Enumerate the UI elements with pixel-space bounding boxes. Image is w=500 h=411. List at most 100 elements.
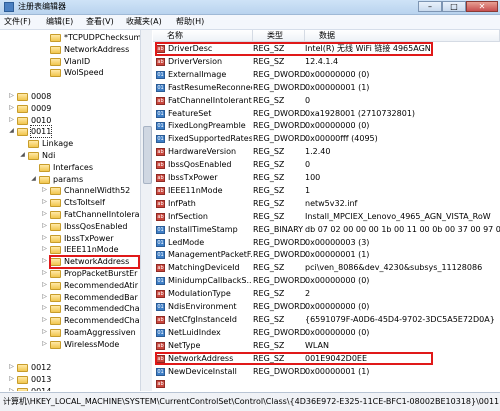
expand-arrow-icon[interactable]: ▷ xyxy=(41,210,48,217)
tree-node[interactable]: ◢ Ndi xyxy=(0,150,140,162)
expand-arrow-icon[interactable] xyxy=(41,33,48,40)
expand-arrow-icon[interactable]: ▷ xyxy=(41,281,48,288)
value-row[interactable]: ab NetType REG_SZ WLAN xyxy=(153,340,500,353)
value-row[interactable]: ab xyxy=(153,378,500,391)
tree-node[interactable]: ▷ RecommendedCha xyxy=(0,303,140,315)
value-row[interactable]: 01 FixedSupportedRates REG_DWORD 0x00000fff… xyxy=(153,133,500,146)
value-row[interactable]: 01 NdisEnvironment REG_DWORD 0x00000000 (0) xyxy=(153,301,500,314)
tree-node[interactable]: ◢ params xyxy=(0,174,140,186)
tree-node[interactable] xyxy=(0,351,140,363)
value-row[interactable]: ab DriverDesc REG_SZ Intel(R) 无线 WiFi 链接 49… xyxy=(153,43,500,56)
tree-node[interactable]: ▷ IbssTxPower xyxy=(0,233,140,245)
tree-node[interactable]: ▷ RecommendedCha xyxy=(0,315,140,327)
tree-node[interactable]: ▷ ChannelWidth52 xyxy=(0,185,140,197)
registry-key-tree[interactable]: *TCPUDPChecksum NetworkAddress VlanID WolSp… xyxy=(0,30,141,391)
tree-node[interactable]: ▷ NetworkAddress xyxy=(0,256,140,268)
value-row[interactable]: 01 InstallTimeStamp REG_BINARY db 07 02 00 … xyxy=(153,224,500,237)
value-row[interactable]: ab FatChannelIntolerant REG_SZ 0 xyxy=(153,95,500,108)
value-row[interactable]: 01 FixedLongPreamble REG_DWORD 0x00000000 (… xyxy=(153,120,500,133)
expand-arrow-icon[interactable] xyxy=(41,68,48,75)
tree-node[interactable]: ▷ FatChannelIntolerant xyxy=(0,209,140,221)
expand-arrow-icon[interactable] xyxy=(19,139,26,146)
expand-arrow-icon[interactable]: ▷ xyxy=(41,328,48,335)
value-row[interactable]: ab MatchingDeviceId REG_SZ pci\ven_8086&dev… xyxy=(153,262,500,275)
registry-values-list[interactable]: 名称 类型 数据 ab DriverDesc REG_SZ Intel(R) 无线 W… xyxy=(153,30,500,391)
value-row[interactable]: 01 FastResumeReconnect REG_DWORD 0x00000001… xyxy=(153,82,500,95)
tree-node[interactable] xyxy=(0,79,140,91)
tree-node[interactable]: ▷ PropPacketBurstEr xyxy=(0,268,140,280)
tree-node[interactable]: ▷ CtsToItself xyxy=(0,197,140,209)
value-row[interactable]: ab HardwareVersion REG_SZ 1.2.40 xyxy=(153,146,500,159)
expand-arrow-icon[interactable]: ▷ xyxy=(8,363,15,370)
tree-scrollbar[interactable] xyxy=(140,30,152,391)
expand-arrow-icon[interactable]: ▷ xyxy=(41,245,48,252)
expand-arrow-icon[interactable]: ▷ xyxy=(8,116,15,123)
value-row[interactable]: ab IbssQosEnabled REG_SZ 0 xyxy=(153,159,500,172)
expand-arrow-icon[interactable] xyxy=(41,45,48,52)
expand-arrow-icon[interactable]: ▷ xyxy=(41,269,48,276)
expand-arrow-icon[interactable]: ▷ xyxy=(41,234,48,241)
minimize-button[interactable]: – xyxy=(418,1,442,12)
value-row[interactable]: ab DriverVersion REG_SZ 12.4.1.4 xyxy=(153,56,500,69)
tree-node[interactable]: ▷ 0013 xyxy=(0,374,140,386)
expand-arrow-icon[interactable]: ▷ xyxy=(41,304,48,311)
tree-node[interactable]: NetworkAddress xyxy=(0,44,140,56)
expand-arrow-icon[interactable]: ▷ xyxy=(8,375,15,382)
tree-node[interactable]: VlanID xyxy=(0,56,140,68)
tree-scrollbar-thumb[interactable] xyxy=(143,126,152,184)
expand-arrow-icon[interactable]: ▷ xyxy=(41,316,48,323)
tree-node[interactable]: ▷ RecommendedAtir xyxy=(0,280,140,292)
value-row[interactable]: ab ModulationType REG_SZ 2 xyxy=(153,288,500,301)
tree-node[interactable]: ▷ 0008 xyxy=(0,91,140,103)
close-button[interactable]: ✕ xyxy=(466,1,498,12)
tree-node[interactable]: ▷ 0010 xyxy=(0,115,140,127)
tree-node[interactable]: *TCPUDPChecksum xyxy=(0,32,140,44)
tree-node[interactable]: ▷ IbssQosEnabled xyxy=(0,221,140,233)
expand-arrow-icon[interactable] xyxy=(41,57,48,64)
value-row[interactable]: 01 NetLuidIndex REG_DWORD 0x00000000 (0) xyxy=(153,327,500,340)
tree-node[interactable]: ▷ IEEE11nMode xyxy=(0,244,140,256)
value-row[interactable]: ab NetCfgInstanceId REG_SZ {6591079F-A0D6-4… xyxy=(153,314,500,327)
menu-edit[interactable]: 编辑(E) xyxy=(46,17,73,27)
menu-file[interactable]: 文件(F) xyxy=(4,17,31,27)
collapse-arrow-icon[interactable]: ◢ xyxy=(8,127,15,134)
tree-node[interactable]: ▷ RecommendedBar xyxy=(0,292,140,304)
collapse-arrow-icon[interactable]: ◢ xyxy=(30,175,37,182)
tree-node[interactable]: ▷ 0012 xyxy=(0,362,140,374)
menu-help[interactable]: 帮助(H) xyxy=(176,17,204,27)
value-row[interactable]: ab InfPath REG_SZ netw5v32.inf xyxy=(153,198,500,211)
value-row[interactable]: 01 ExternalImage REG_DWORD 0x00000000 (0) xyxy=(153,69,500,82)
column-header-name[interactable]: 名称 xyxy=(153,30,253,42)
expand-arrow-icon[interactable]: ▷ xyxy=(41,222,48,229)
tree-node[interactable]: Interfaces xyxy=(0,162,140,174)
menu-view[interactable]: 查看(V) xyxy=(86,17,114,27)
tree-node[interactable]: ◢ 0011 xyxy=(0,125,140,139)
tree-node[interactable]: ▷ 0014 xyxy=(0,386,140,391)
value-row[interactable]: ab IEEE11nMode REG_SZ 1 xyxy=(153,185,500,198)
value-row[interactable]: 01 FeatureSet REG_DWORD 0xa1928001 (2710732… xyxy=(153,108,500,121)
tree-node[interactable]: ▷ 0009 xyxy=(0,103,140,115)
value-row[interactable]: ab InfSection REG_SZ Install_MPCIEX_Lenovo_… xyxy=(153,211,500,224)
value-row[interactable]: 01 ManagementPacketF... REG_DWORD 0x0000000… xyxy=(153,249,500,262)
value-row[interactable]: 01 LedMode REG_DWORD 0x00000003 (3) xyxy=(153,237,500,250)
value-row[interactable]: ab NetworkAddress REG_SZ 001E9042D0EE xyxy=(153,353,500,366)
menu-favorites[interactable]: 收藏夹(A) xyxy=(126,17,162,27)
tree-node[interactable]: WolSpeed xyxy=(0,67,140,79)
expand-arrow-icon[interactable]: ▷ xyxy=(41,257,48,264)
expand-arrow-icon[interactable] xyxy=(30,163,37,170)
tree-node[interactable]: ▷ RoamAggressiven xyxy=(0,327,140,339)
value-row[interactable]: 01 MinidumpCallbackS... REG_DWORD 0x0000000… xyxy=(153,275,500,288)
expand-arrow-icon[interactable]: ▷ xyxy=(8,387,15,391)
expand-arrow-icon[interactable]: ▷ xyxy=(8,92,15,99)
maximize-button[interactable]: □ xyxy=(442,1,466,12)
expand-arrow-icon[interactable]: ▷ xyxy=(41,198,48,205)
tree-node[interactable]: ▷ WirelessMode xyxy=(0,339,140,351)
value-row[interactable]: 01 NewDeviceInstall REG_DWORD 0x00000001 (1… xyxy=(153,366,500,379)
column-header-data[interactable]: 数据 xyxy=(305,30,500,42)
column-header-type[interactable]: 类型 xyxy=(253,30,305,42)
expand-arrow-icon[interactable]: ▷ xyxy=(41,186,48,193)
expand-arrow-icon[interactable]: ▷ xyxy=(41,340,48,347)
collapse-arrow-icon[interactable]: ◢ xyxy=(19,151,26,158)
expand-arrow-icon[interactable]: ▷ xyxy=(41,293,48,300)
tree-node[interactable]: Linkage xyxy=(0,138,140,150)
